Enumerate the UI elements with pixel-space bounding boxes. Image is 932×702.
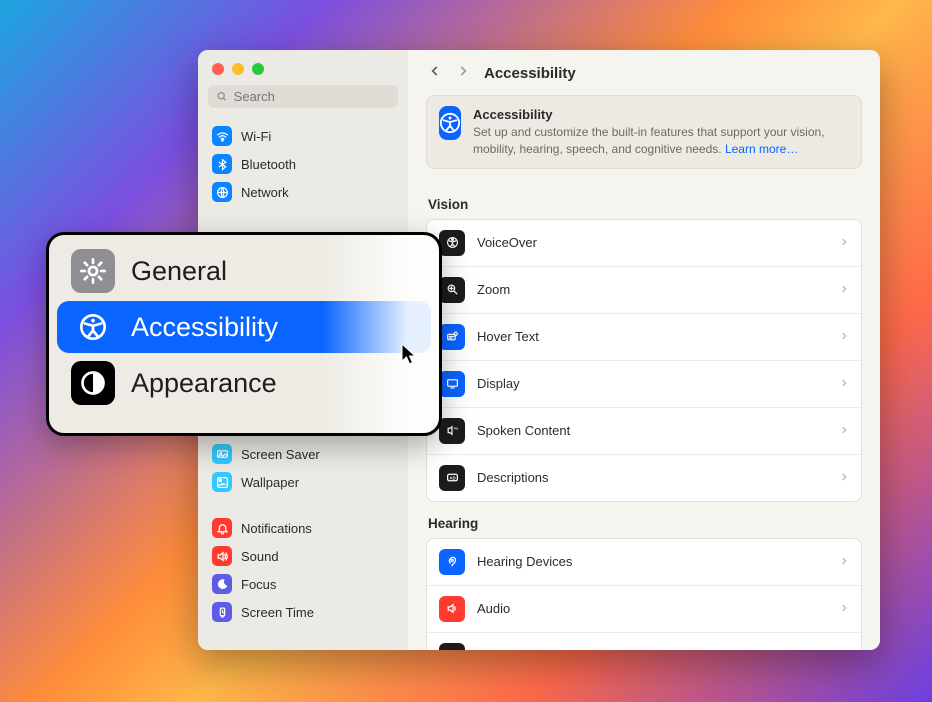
close-button[interactable] — [212, 63, 224, 75]
accessibility-icon — [71, 305, 115, 349]
bell-icon — [212, 518, 232, 538]
sidebar-item-label: Screen Time — [241, 605, 314, 620]
sidebar-item-bluetooth[interactable]: Bluetooth — [206, 150, 400, 178]
chevron-right-icon — [839, 554, 849, 569]
row-display[interactable]: Display — [427, 360, 861, 407]
row-label: Captions — [477, 648, 528, 650]
sidebar-item-label: Network — [241, 185, 289, 200]
bluetooth-icon — [212, 154, 232, 174]
chevron-right-icon — [839, 329, 849, 344]
search-icon — [216, 90, 228, 103]
search-input[interactable] — [234, 89, 390, 104]
sidebar-item-label: Wi-Fi — [241, 129, 271, 144]
sidebar-item-label: Bluetooth — [241, 157, 296, 172]
zoom-icon — [439, 277, 465, 303]
cursor-icon — [401, 343, 419, 365]
row-label: Hearing Devices — [477, 554, 572, 569]
zoom-item-general[interactable]: General — [57, 245, 431, 297]
svg-text:Aa: Aa — [453, 427, 458, 431]
sidebar-item-sound[interactable]: Sound — [206, 542, 400, 570]
forward-button[interactable] — [456, 64, 470, 83]
intro-card: Accessibility Set up and customize the b… — [426, 95, 862, 169]
captions-icon — [439, 643, 465, 650]
intro-title: Accessibility — [473, 106, 849, 124]
zoom-item-accessibility[interactable]: Accessibility — [57, 301, 431, 353]
chevron-right-icon — [839, 282, 849, 297]
zoom-item-label: Appearance — [131, 368, 277, 399]
row-label: Hover Text — [477, 329, 539, 344]
audio-icon — [439, 596, 465, 622]
sidebar-item-screen-time[interactable]: Screen Time — [206, 598, 400, 626]
screentime-icon — [212, 602, 232, 622]
accessibility-icon — [439, 106, 461, 140]
row-label: VoiceOver — [477, 235, 537, 250]
fullscreen-button[interactable] — [252, 63, 264, 75]
appearance-icon — [71, 361, 115, 405]
network-icon — [212, 182, 232, 202]
sidebar-item-network[interactable]: Network — [206, 178, 400, 206]
row-hearing-devices[interactable]: Hearing Devices — [427, 539, 861, 585]
row-voiceover[interactable]: VoiceOver — [427, 220, 861, 266]
zoom-item-appearance[interactable]: Appearance — [57, 357, 431, 409]
sidebar-item-label: Focus — [241, 577, 276, 592]
svg-text:AD: AD — [449, 476, 455, 481]
chevron-right-icon — [839, 235, 849, 250]
settings-list: Hearing Devices Audio Captions — [426, 538, 862, 650]
row-zoom[interactable]: Zoom — [427, 266, 861, 313]
chevron-right-icon — [839, 376, 849, 391]
sidebar-item-label: Screen Saver — [241, 447, 320, 462]
sidebar-item-wallpaper[interactable]: Wallpaper — [206, 468, 400, 496]
row-spoken-content[interactable]: Aa Spoken Content — [427, 407, 861, 454]
row-label: Descriptions — [477, 470, 549, 485]
row-label: Zoom — [477, 282, 510, 297]
sidebar-item-label: Wallpaper — [241, 475, 299, 490]
row-audio[interactable]: Audio — [427, 585, 861, 632]
row-label: Audio — [477, 601, 510, 616]
intro-text: Accessibility Set up and customize the b… — [473, 106, 849, 158]
chevron-right-icon — [839, 648, 849, 650]
sidebar-item-label: Sound — [241, 549, 279, 564]
sound-icon — [212, 546, 232, 566]
zoom-callout: General Accessibility Appearance — [46, 232, 442, 436]
gear-icon — [71, 249, 115, 293]
window-controls — [198, 50, 408, 81]
chevron-right-icon — [839, 470, 849, 485]
row-descriptions[interactable]: AD Descriptions — [427, 454, 861, 501]
sidebar-item-label: Notifications — [241, 521, 312, 536]
wallpaper-icon — [212, 472, 232, 492]
settings-list: VoiceOver Zoom Hover Text Display Aa Spoken C… — [426, 219, 862, 502]
screensaver-icon — [212, 444, 232, 464]
sidebar-item-screen-saver[interactable]: Screen Saver — [206, 440, 400, 468]
zoom-item-label: General — [131, 256, 227, 287]
page-title: Accessibility — [484, 65, 576, 82]
topbar: Accessibility — [408, 50, 880, 93]
section-label: Vision — [428, 197, 860, 212]
minimize-button[interactable] — [232, 63, 244, 75]
row-captions[interactable]: Captions — [427, 632, 861, 650]
wifi-icon — [212, 126, 232, 146]
sidebar-item-focus[interactable]: Focus — [206, 570, 400, 598]
chevron-right-icon — [839, 423, 849, 438]
hearing-icon — [439, 549, 465, 575]
row-hover-text[interactable]: Hover Text — [427, 313, 861, 360]
hovertext-icon — [439, 324, 465, 350]
chevron-right-icon — [839, 601, 849, 616]
spoken-icon: Aa — [439, 418, 465, 444]
section-label: Hearing — [428, 516, 860, 531]
descriptions-icon: AD — [439, 465, 465, 491]
main-panel: Accessibility Accessibility Set up and c… — [408, 50, 880, 650]
sidebar-item-wi-fi[interactable]: Wi-Fi — [206, 122, 400, 150]
learn-more-link[interactable]: Learn more… — [725, 142, 798, 156]
row-label: Spoken Content — [477, 423, 570, 438]
display-icon — [439, 371, 465, 397]
back-button[interactable] — [428, 64, 442, 83]
zoom-item-label: Accessibility — [131, 312, 278, 343]
focus-icon — [212, 574, 232, 594]
voiceover-icon — [439, 230, 465, 256]
search-field[interactable] — [208, 85, 398, 108]
row-label: Display — [477, 376, 520, 391]
sidebar-item-notifications[interactable]: Notifications — [206, 514, 400, 542]
